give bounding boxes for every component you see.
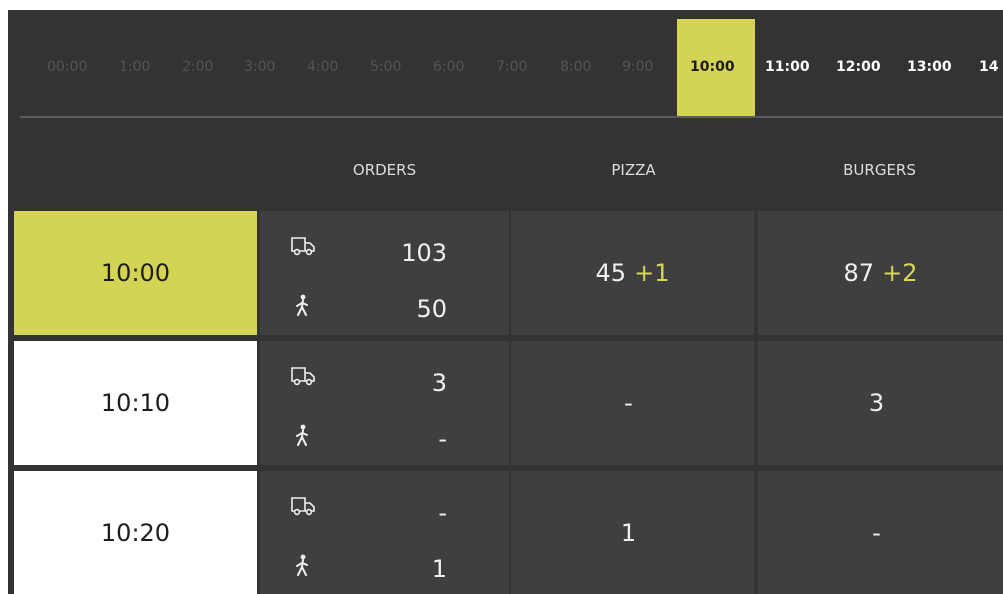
row-time-label: 10:20 [100,519,171,547]
pizza-increment: +1 [634,259,670,287]
hour-08[interactable]: 8:00 [560,57,591,77]
burgers-cell[interactable]: 3 [758,341,1003,465]
burgers-cell[interactable]: - [758,471,1003,594]
pizza-cell[interactable]: 45 +1 [511,211,754,335]
pizza-cell[interactable]: 1 [511,471,754,594]
scheduler-app: 00:00 1:00 2:00 3:00 4:00 5:00 6:00 7:00… [8,10,1003,594]
hour-04[interactable]: 4:00 [307,57,338,77]
hour-06[interactable]: 6:00 [433,57,464,77]
burgers-value: 87 [843,259,875,287]
row-time-label: 10:10 [100,389,171,417]
hour-timeline[interactable]: 00:00 1:00 2:00 3:00 4:00 5:00 6:00 7:00… [8,10,1003,118]
hour-14[interactable]: 14 [979,57,998,77]
pizza-value: - [624,389,633,417]
hour-07[interactable]: 7:00 [496,57,527,77]
walking-person-icon [296,424,308,446]
delivery-truck-icon [291,237,315,256]
pizza-value: 45 [595,259,627,287]
hour-13[interactable]: 13:00 [907,57,952,77]
hour-05[interactable]: 5:00 [370,57,401,77]
row-time-cell[interactable]: 10:20 [14,471,257,594]
burgers-cell[interactable]: 87 +2 [758,211,1003,335]
row-time-cell[interactable]: 10:10 [14,341,257,465]
walking-person-icon [296,554,308,576]
hour-11[interactable]: 11:00 [765,57,810,77]
burgers-value: - [872,519,881,547]
delivery-count: - [438,499,447,527]
orders-cell[interactable]: 3 - [260,341,509,465]
hour-00[interactable]: 00:00 [47,57,87,77]
walkin-count: 50 [416,295,447,323]
burgers-increment: +2 [882,259,918,287]
hour-09[interactable]: 9:00 [622,57,653,77]
walkin-count: - [438,425,447,453]
hour-01[interactable]: 1:00 [119,57,150,77]
row-time-label: 10:00 [100,259,171,287]
hour-03[interactable]: 3:00 [244,57,275,77]
hour-02[interactable]: 2:00 [182,57,213,77]
column-header-orders: ORDERS [352,161,417,179]
row-time-cell[interactable]: 10:00 [14,211,257,335]
delivery-count: 3 [431,369,447,397]
hour-12[interactable]: 12:00 [836,57,881,77]
orders-cell[interactable]: - 1 [260,471,509,594]
pizza-cell[interactable]: - [511,341,754,465]
orders-cell[interactable]: 103 50 [260,211,509,335]
hour-10-current[interactable]: 10:00 [690,57,735,77]
burgers-value: 3 [868,389,885,417]
pizza-value: 1 [620,519,637,547]
timeline-divider [20,116,1003,118]
delivery-truck-icon [291,367,315,386]
walkin-count: 1 [431,555,447,583]
column-header-burgers: BURGERS [843,161,916,179]
walking-person-icon [296,294,308,316]
delivery-count: 103 [401,239,447,267]
delivery-truck-icon [291,497,315,516]
column-header-pizza: PIZZA [611,161,656,179]
